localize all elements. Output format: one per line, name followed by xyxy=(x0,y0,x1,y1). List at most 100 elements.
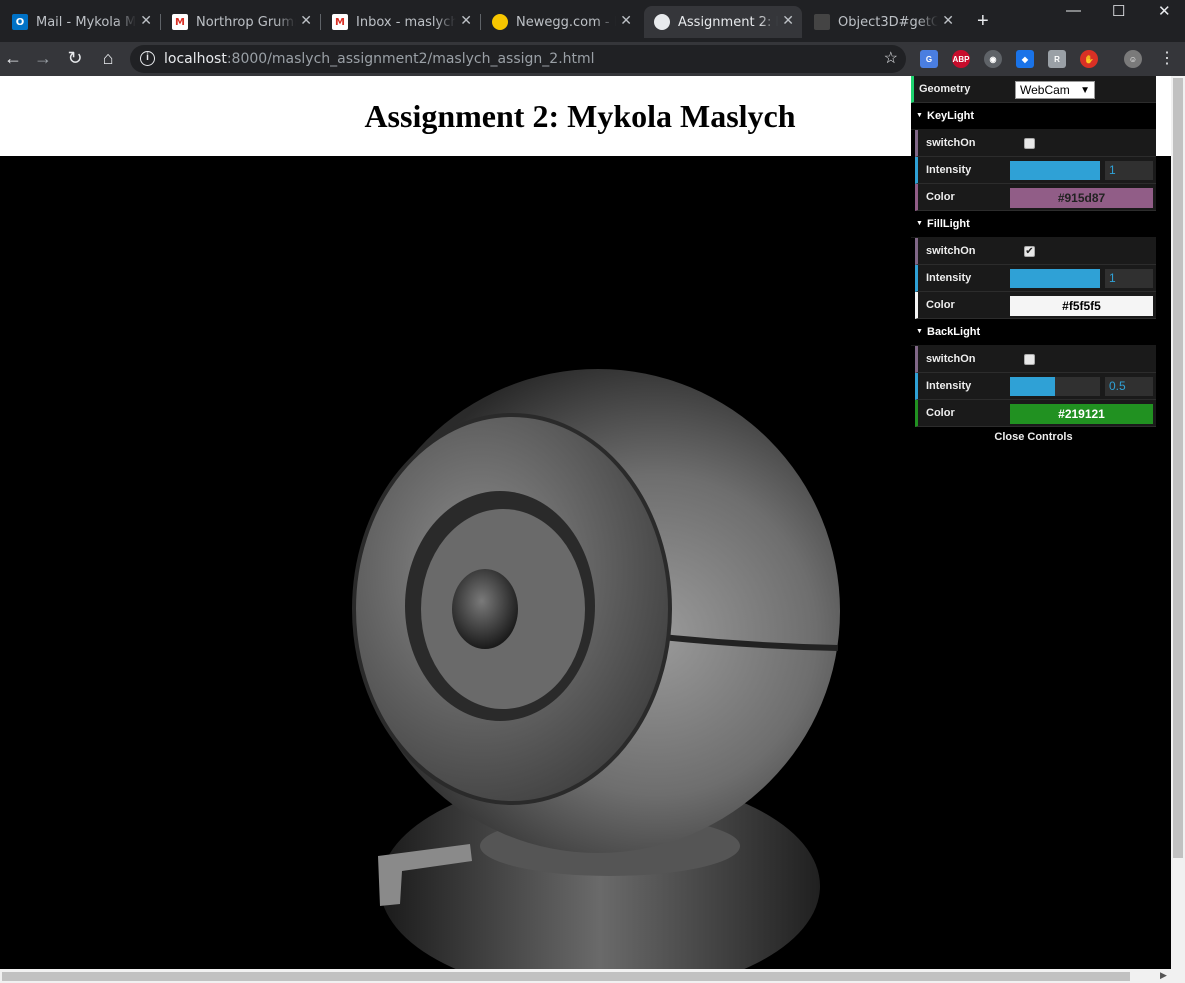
maximize-button[interactable]: ☐ xyxy=(1112,2,1125,20)
info-icon[interactable]: i xyxy=(140,51,155,66)
intensity-slider-fill xyxy=(1010,161,1100,180)
color-label: Color xyxy=(926,299,955,311)
minimize-button[interactable]: — xyxy=(1066,2,1081,19)
color-label: Color xyxy=(926,407,955,419)
url-path: :8000/maslych_assignment2/maslych_assign… xyxy=(226,51,595,67)
browser-tab[interactable]: Object3D#getObject✕ xyxy=(804,6,962,38)
page-viewport: Assignment 2: Mykola Maslych Geometry We… xyxy=(0,76,1171,969)
tab-close-icon[interactable]: ✕ xyxy=(620,13,632,29)
color-row: Color #f5f5f5 xyxy=(915,292,1156,319)
scroll-right-icon[interactable]: ▶ xyxy=(1160,970,1167,981)
switch-label: switchOn xyxy=(926,137,976,149)
stop-extension-icon[interactable]: ✋ xyxy=(1080,50,1098,68)
folder-title[interactable]: ▼ FillLight xyxy=(911,211,1156,238)
horizontal-scroll-thumb[interactable] xyxy=(2,972,1130,981)
color-input[interactable]: #f5f5f5 xyxy=(1010,296,1153,316)
tab-close-icon[interactable]: ✕ xyxy=(140,13,152,29)
browser-tab[interactable]: Assignment 2: home✕ xyxy=(644,6,802,38)
gmail-icon: M xyxy=(172,14,188,30)
tab-strip: OMail - Mykola Maslych✕MNorthrop Grumman… xyxy=(0,0,1185,42)
horizontal-scrollbar[interactable]: ▶ xyxy=(0,969,1185,983)
profile-avatar[interactable]: ☺ xyxy=(1124,50,1142,68)
gmail-icon: M xyxy=(332,14,348,30)
color-row: Color #915d87 xyxy=(915,184,1156,211)
intensity-input[interactable]: 1 xyxy=(1105,161,1153,180)
outlook-icon: O xyxy=(12,14,28,30)
browser-tab[interactable]: M Inbox - maslychm✕ xyxy=(322,6,480,38)
tab-close-icon[interactable]: ✕ xyxy=(460,13,472,29)
adblock-plus-icon[interactable]: ABP xyxy=(952,50,970,68)
color-label: Color xyxy=(926,191,955,203)
folder-title[interactable]: ▼ BackLight xyxy=(911,319,1156,346)
folder-name: KeyLight xyxy=(927,110,975,122)
globe-icon xyxy=(654,14,670,30)
intensity-row: Intensity 1 xyxy=(915,265,1156,292)
intensity-slider-fill xyxy=(1010,269,1100,288)
close-window-button[interactable]: ✕ xyxy=(1158,2,1171,20)
threejs-icon xyxy=(814,14,830,30)
folder-body: switchOn ✔ Intensity 1 Color #f5f5f5 xyxy=(911,238,1156,319)
folder-filllight: ▼ FillLight switchOn ✔ Intensity 1 Color… xyxy=(911,211,1156,319)
r-extension-icon[interactable]: R xyxy=(1048,50,1066,68)
folder-collapse-icon: ▼ xyxy=(916,112,923,119)
intensity-slider[interactable] xyxy=(1010,377,1100,396)
folder-body: switchOn Intensity 0.5 Color #219121 xyxy=(911,346,1156,427)
color-row: Color #219121 xyxy=(915,400,1156,427)
tab-title: Inbox - maslychm xyxy=(356,14,456,30)
tab-close-icon[interactable]: ✕ xyxy=(782,13,794,29)
vertical-scrollbar[interactable] xyxy=(1171,76,1185,969)
browser-tab[interactable]: O Mail - Mykola Maslych✕ xyxy=(2,6,160,38)
switch-row: switchOn xyxy=(915,130,1156,157)
bookmark-star-icon[interactable]: ☆ xyxy=(884,48,898,68)
reload-icon[interactable]: ↻ xyxy=(64,48,86,69)
color-input[interactable]: #219121 xyxy=(1010,404,1153,424)
intensity-input[interactable]: 1 xyxy=(1105,269,1153,288)
menu-icon[interactable]: ⋮ xyxy=(1156,48,1178,68)
intensity-row: Intensity 0.5 xyxy=(915,373,1156,400)
color-input[interactable]: #915d87 xyxy=(1010,188,1153,208)
switch-checkbox[interactable] xyxy=(1024,138,1035,149)
tab-title: Mail - Mykola Maslych xyxy=(36,14,136,30)
folder-keylight: ▼ KeyLight switchOn Intensity 1 Color #9… xyxy=(911,103,1156,211)
intensity-row: Intensity 1 xyxy=(915,157,1156,184)
address-bar[interactable]: i localhost:8000/maslych_assignment2/mas… xyxy=(130,45,906,73)
intensity-slider[interactable] xyxy=(1010,161,1100,180)
tab-title: Northrop Grumman xyxy=(196,14,296,30)
folder-name: FillLight xyxy=(927,218,970,230)
tab-close-icon[interactable]: ✕ xyxy=(942,13,954,29)
switch-checkbox[interactable]: ✔ xyxy=(1024,246,1035,257)
browser-tab[interactable]: M Northrop Grumman✕ xyxy=(162,6,320,38)
browser-toolbar: ← → ↻ ⌂ i localhost:8000/maslych_assignm… xyxy=(0,42,1185,76)
tab-separator xyxy=(480,14,481,30)
forward-icon[interactable]: → xyxy=(32,48,54,69)
geometry-selected-value: WebCam xyxy=(1020,83,1070,97)
geometry-select[interactable]: WebCam ▼ xyxy=(1015,81,1095,99)
home-icon[interactable]: ⌂ xyxy=(97,48,119,69)
geometry-row: Geometry WebCam ▼ xyxy=(911,76,1156,103)
browser-tab[interactable]: Newegg.com - Newegg✕ xyxy=(482,6,640,38)
dat-gui-panel: Geometry WebCam ▼ ▼ KeyLight switchOn In… xyxy=(911,76,1156,447)
back-icon[interactable]: ← xyxy=(2,48,24,69)
switch-label: switchOn xyxy=(926,353,976,365)
folder-collapse-icon: ▼ xyxy=(916,220,923,227)
folder-body: switchOn Intensity 1 Color #915d87 xyxy=(911,130,1156,211)
dropdown-arrow-icon: ▼ xyxy=(1080,85,1090,96)
intensity-input[interactable]: 0.5 xyxy=(1105,377,1153,396)
switch-checkbox[interactable] xyxy=(1024,354,1035,365)
switch-row: switchOn ✔ xyxy=(915,238,1156,265)
translate-extension-icon[interactable]: G xyxy=(920,50,938,68)
switch-row: switchOn xyxy=(915,346,1156,373)
url-host: localhost xyxy=(164,51,227,67)
intensity-slider[interactable] xyxy=(1010,269,1100,288)
tab-separator xyxy=(160,14,161,30)
switch-label: switchOn xyxy=(926,245,976,257)
vertical-scroll-thumb[interactable] xyxy=(1173,78,1183,858)
tab-close-icon[interactable]: ✕ xyxy=(300,13,312,29)
url-text[interactable]: localhost:8000/maslych_assignment2/masly… xyxy=(164,51,595,67)
folder-title[interactable]: ▼ KeyLight xyxy=(911,103,1156,130)
new-tab-button[interactable]: + xyxy=(977,10,989,33)
diamond-extension-icon[interactable]: ◆ xyxy=(1016,50,1034,68)
extension-icon[interactable]: ◉ xyxy=(984,50,1002,68)
close-controls-button[interactable]: Close Controls xyxy=(911,427,1156,447)
intensity-slider-fill xyxy=(1010,377,1055,396)
